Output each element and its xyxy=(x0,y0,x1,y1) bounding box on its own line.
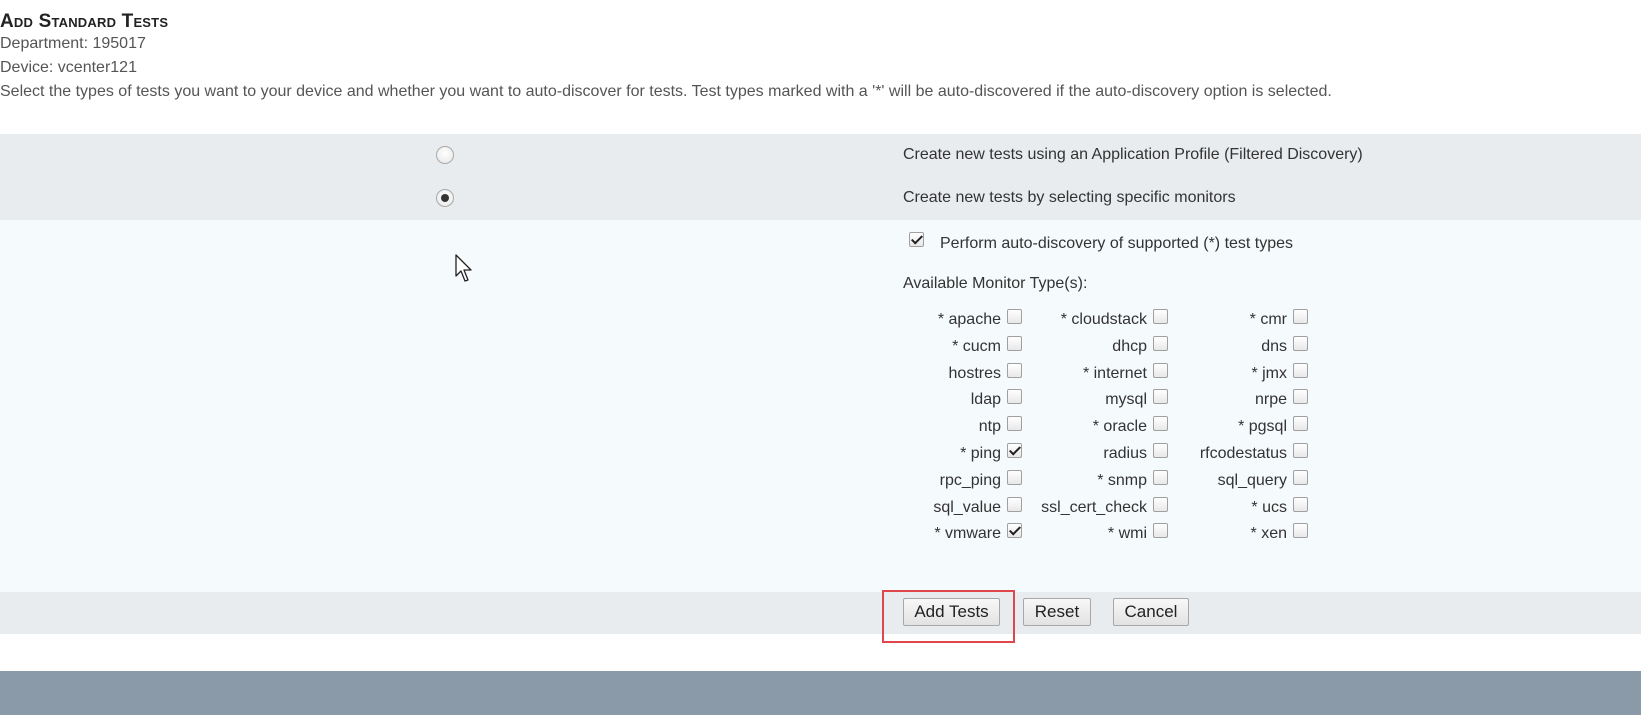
auto-discovery-label: Perform auto-discovery of supported (*) … xyxy=(940,235,1294,252)
specific-monitors-label: Create new tests by selecting specific m… xyxy=(903,189,1236,206)
monitor-checkbox[interactable] xyxy=(1293,523,1308,538)
test-creation-options xyxy=(0,134,1641,220)
monitor-label: * cmr xyxy=(1249,311,1287,328)
auto-discovery-checkbox[interactable] xyxy=(909,232,924,247)
mouse-cursor-icon xyxy=(455,254,472,282)
monitor-label: * jmx xyxy=(1251,365,1287,382)
button-bar xyxy=(0,592,1641,634)
monitor-label: sql_query xyxy=(1217,472,1287,489)
reset-button[interactable]: Reset xyxy=(1023,598,1091,626)
add-tests-button[interactable]: Add Tests xyxy=(903,598,1000,626)
monitor-checkbox[interactable] xyxy=(1293,416,1308,431)
monitor-label: rfcodestatus xyxy=(1199,445,1287,462)
monitor-checkbox[interactable] xyxy=(1293,336,1308,351)
application-profile-radio[interactable] xyxy=(436,146,454,164)
monitor-checkbox[interactable] xyxy=(1293,363,1308,378)
monitor-label: * ucs xyxy=(1251,499,1287,516)
application-profile-label: Create new tests using an Application Pr… xyxy=(903,146,1363,163)
department-text: Department: 195017 xyxy=(0,35,146,52)
monitor-checkbox[interactable] xyxy=(1293,309,1308,324)
device-text: Device: vcenter121 xyxy=(0,59,137,76)
description-text: Select the types of tests you want to yo… xyxy=(0,83,1332,100)
monitor-label: * pgsql xyxy=(1238,418,1287,435)
specific-monitors-radio[interactable] xyxy=(436,189,454,207)
monitor-checkbox[interactable] xyxy=(1293,389,1308,404)
footer-bar xyxy=(0,671,1641,715)
monitor-label: dns xyxy=(1261,338,1287,355)
monitor-checkbox[interactable] xyxy=(1293,497,1308,512)
page-title: Add Standard Tests xyxy=(0,11,169,32)
monitor-label: nrpe xyxy=(1254,391,1287,408)
monitor-checkbox[interactable] xyxy=(1293,443,1308,458)
monitor-label: * xen xyxy=(1250,525,1287,542)
monitor-checkbox[interactable] xyxy=(1293,470,1308,485)
cancel-button[interactable]: Cancel xyxy=(1113,598,1189,626)
monitor-types-heading: Available Monitor Type(s): xyxy=(903,275,1088,292)
